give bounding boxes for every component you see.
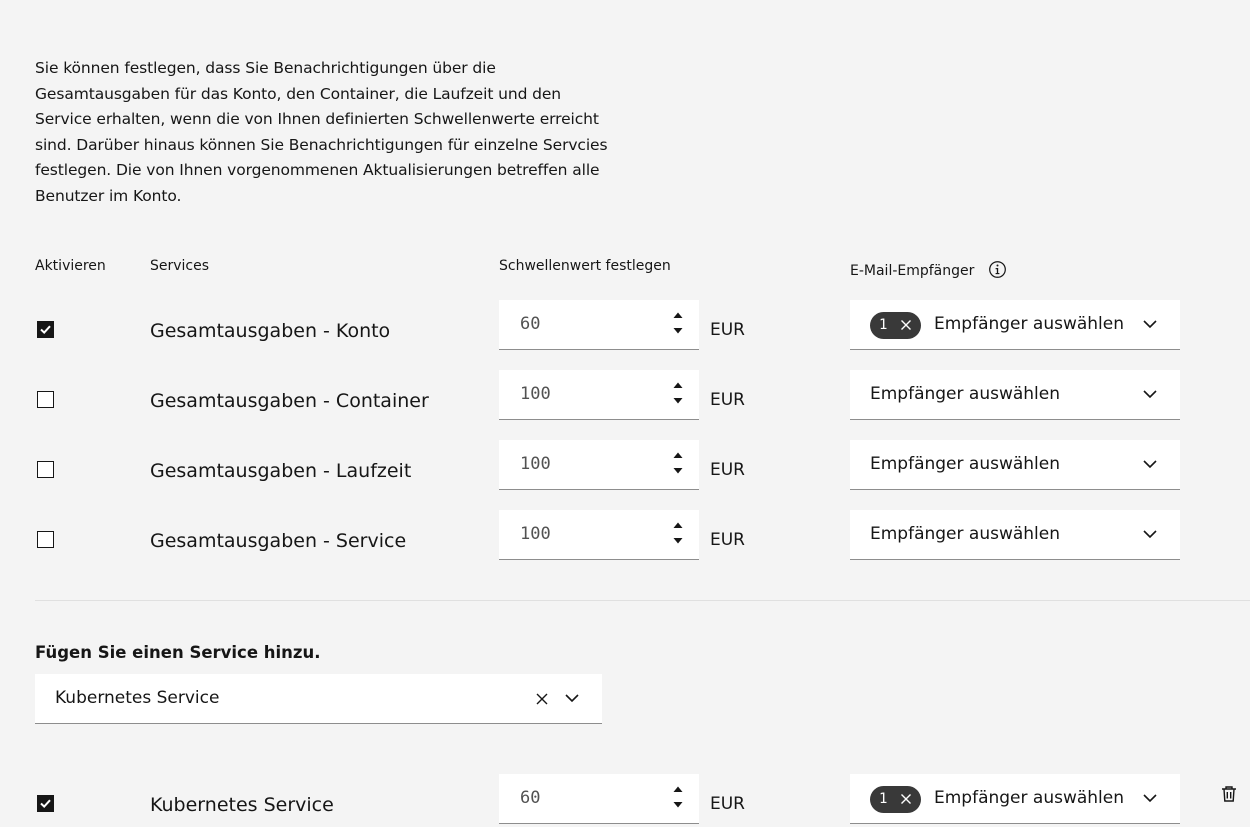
add-service-title: Fügen Sie einen Service hinzu. [35, 643, 321, 662]
recipient-count-tag: 1 [870, 786, 921, 813]
column-header-recipients: E-Mail-Empfänger [850, 263, 975, 279]
close-icon[interactable] [900, 319, 912, 331]
service-name: Gesamtausgaben - Laufzeit [150, 460, 412, 482]
currency-unit: EUR [710, 320, 745, 340]
threshold-input[interactable]: 100 [499, 370, 699, 420]
currency-unit: EUR [710, 390, 745, 410]
recipient-placeholder: Empfänger auswählen [934, 788, 1125, 808]
chevron-down-icon[interactable] [565, 693, 579, 703]
close-icon[interactable] [900, 793, 912, 805]
intro-text: Sie können festlegen, dass Sie Benachric… [35, 59, 608, 205]
recipient-placeholder: Empfänger auswählen [870, 454, 1061, 474]
caret-up-down-icon[interactable] [671, 782, 685, 812]
recipient-count: 1 [879, 791, 888, 807]
enable-checkbox[interactable] [37, 321, 54, 338]
checkmark-icon [40, 799, 51, 809]
column-header-enable: Aktivieren [35, 258, 106, 274]
close-icon[interactable] [535, 692, 549, 706]
currency-unit: EUR [710, 794, 745, 814]
combobox-value: Kubernetes Service [55, 688, 220, 708]
recipient-select[interactable]: 1 Empfänger auswählen [850, 300, 1180, 350]
recipient-select[interactable]: 1 Empfänger auswählen [850, 774, 1180, 824]
information-icon[interactable] [988, 260, 1007, 279]
service-name: Gesamtausgaben - Container [150, 390, 429, 412]
caret-up-down-icon[interactable] [671, 378, 685, 408]
currency-unit: EUR [710, 460, 745, 480]
column-header-threshold: Schwellenwert festlegen [499, 258, 671, 274]
chevron-down-icon [1143, 390, 1157, 399]
add-service-combobox[interactable]: Kubernetes Service [35, 674, 602, 724]
threshold-input[interactable]: 100 [499, 440, 699, 490]
chevron-down-icon [1143, 460, 1157, 469]
enable-checkbox[interactable] [37, 391, 54, 408]
threshold-input[interactable]: 60 [499, 774, 699, 824]
enable-checkbox[interactable] [37, 461, 54, 478]
enable-checkbox[interactable] [37, 531, 54, 548]
threshold-value: 100 [520, 384, 551, 404]
caret-up-down-icon[interactable] [671, 448, 685, 478]
recipient-select[interactable]: Empfänger auswählen [850, 510, 1180, 560]
threshold-value: 100 [520, 454, 551, 474]
recipient-count-tag: 1 [870, 312, 921, 339]
chevron-down-icon [1143, 794, 1157, 803]
threshold-value: 60 [520, 788, 541, 808]
caret-up-down-icon[interactable] [671, 308, 685, 338]
column-header-services: Services [150, 258, 210, 274]
section-divider [35, 600, 1250, 601]
currency-unit: EUR [710, 530, 745, 550]
recipient-select[interactable]: Empfänger auswählen [850, 370, 1180, 420]
checkmark-icon [40, 325, 51, 335]
service-name: Gesamtausgaben - Konto [150, 320, 391, 342]
recipient-placeholder: Empfänger auswählen [870, 384, 1061, 404]
chevron-down-icon [1143, 320, 1157, 329]
chevron-down-icon [1143, 530, 1157, 539]
recipient-placeholder: Empfänger auswählen [870, 524, 1061, 544]
service-name: Kubernetes Service [150, 794, 334, 816]
threshold-input[interactable]: 100 [499, 510, 699, 560]
recipient-placeholder: Empfänger auswählen [934, 314, 1125, 334]
service-name: Gesamtausgaben - Service [150, 530, 407, 552]
recipient-select[interactable]: Empfänger auswählen [850, 440, 1180, 490]
threshold-value: 100 [520, 524, 551, 544]
enable-checkbox[interactable] [37, 795, 54, 812]
threshold-value: 60 [520, 314, 541, 334]
threshold-input[interactable]: 60 [499, 300, 699, 350]
recipient-count: 1 [879, 317, 888, 333]
caret-up-down-icon[interactable] [671, 518, 685, 548]
trash-can-icon[interactable] [1220, 785, 1238, 803]
